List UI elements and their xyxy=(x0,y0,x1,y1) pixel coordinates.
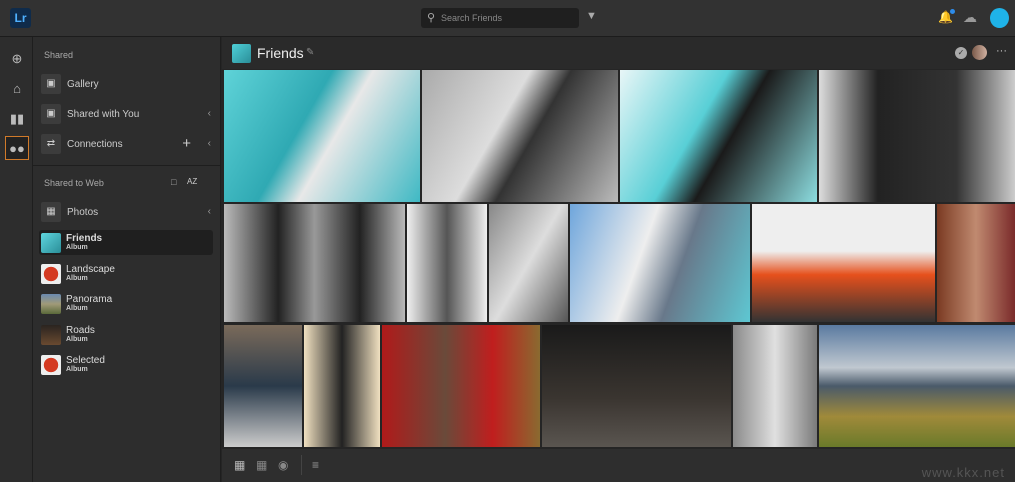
photo-tile[interactable] xyxy=(304,325,380,447)
photo-tile[interactable] xyxy=(620,70,817,202)
sort-icon[interactable]: ≡ xyxy=(312,458,319,472)
item-label: Connections xyxy=(67,139,123,150)
page-title: Friends xyxy=(257,45,304,61)
shared-with-you-item[interactable]: ▣ Shared with You ‹ xyxy=(41,102,213,128)
connections-item[interactable]: ⇄ Connections + ‹ xyxy=(41,132,213,158)
chevron-left-icon[interactable]: ‹ xyxy=(208,138,211,149)
photo-tile[interactable] xyxy=(819,325,1015,447)
photo-tile[interactable] xyxy=(224,325,302,447)
album-thumbnail xyxy=(41,294,61,314)
photo-tile[interactable] xyxy=(489,204,568,322)
shared-panel: Shared ▣ Gallery ▣ Shared with You ‹ ⇄ Conne… xyxy=(33,37,221,482)
album-type: Album xyxy=(66,275,88,282)
top-bar: Lr ⚲ Search Friends ▼ 🔔 ☁ xyxy=(0,0,1015,37)
album-thumbnail xyxy=(41,325,61,345)
item-label: Gallery xyxy=(67,79,99,90)
bell-icon[interactable]: 🔔 xyxy=(938,9,955,24)
item-label: Photos xyxy=(67,207,99,218)
select-icon[interactable]: ✓ xyxy=(955,47,967,59)
chevron-left-icon[interactable]: ‹ xyxy=(208,108,211,119)
album-name: Landscape xyxy=(66,264,115,275)
photo-tile[interactable] xyxy=(733,325,817,447)
watermark: www.kkx.net xyxy=(921,465,1005,480)
home-icon[interactable]: ⌂ xyxy=(5,77,29,101)
notification-dot xyxy=(949,9,955,14)
photo-tile[interactable] xyxy=(422,70,618,202)
album-name: Friends xyxy=(66,233,103,244)
search-placeholder: Search Friends xyxy=(441,13,503,23)
album-panorama[interactable]: Panorama Album xyxy=(39,291,213,316)
left-rail: ⊕ ⌂ ▮▮ ●● xyxy=(0,37,33,482)
search-input[interactable]: ⚲ Search Friends xyxy=(421,8,579,28)
cloud-icon[interactable]: ☁ xyxy=(963,9,977,26)
album-name: Selected xyxy=(66,355,105,366)
photos-icon: ▦ xyxy=(41,202,61,222)
shared-icon[interactable]: ●● xyxy=(5,136,29,160)
bottom-toolbar: ▦ ▦ ◉ ≡ xyxy=(222,449,1015,482)
lightroom-logo: Lr xyxy=(10,8,31,28)
library-icon[interactable]: ▮▮ xyxy=(5,107,29,131)
filter-icon[interactable]: ▼ xyxy=(586,10,597,22)
add-connection-button[interactable]: + xyxy=(182,135,191,152)
more-options-icon[interactable]: ··· xyxy=(996,45,1007,57)
shared-to-web-heading: Shared to Web xyxy=(44,178,104,188)
album-friends[interactable]: Friends Album xyxy=(39,230,213,255)
connections-icon: ⇄ xyxy=(41,134,61,154)
contributor-avatar[interactable] xyxy=(972,45,987,60)
layout-view-icon[interactable]: ▦ xyxy=(234,458,245,472)
add-icon[interactable]: ⊕ xyxy=(5,47,29,71)
album-selected[interactable]: Selected Album xyxy=(39,352,213,377)
photo-tile[interactable] xyxy=(819,70,1015,202)
photo-tile[interactable] xyxy=(570,204,750,322)
shared-heading: Shared xyxy=(44,50,74,60)
map-view-icon[interactable]: ◉ xyxy=(278,458,288,472)
album-type: Album xyxy=(66,305,88,312)
album-type: Album xyxy=(66,366,88,373)
user-avatar[interactable] xyxy=(990,8,1009,28)
inbox-icon: ▣ xyxy=(41,104,61,124)
album-name: Panorama xyxy=(66,294,113,305)
search-icon: ⚲ xyxy=(427,12,436,24)
album-landscape[interactable]: Landscape Album xyxy=(39,261,213,286)
album-thumbnail xyxy=(41,233,61,253)
item-label: Shared with You xyxy=(67,109,140,120)
album-type: Album xyxy=(66,336,88,343)
album-header: Friends ✎ ✓ ··· xyxy=(222,37,1015,69)
photo-tile[interactable] xyxy=(224,204,405,322)
album-name: Roads xyxy=(66,325,95,336)
divider xyxy=(33,165,221,166)
photo-tile[interactable] xyxy=(382,325,540,447)
photo-tile[interactable] xyxy=(752,204,935,322)
sort-az-icon[interactable]: AZ xyxy=(187,177,197,186)
album-roads[interactable]: Roads Album xyxy=(39,322,213,347)
photo-tile[interactable] xyxy=(542,325,731,447)
photos-item[interactable]: ▦ Photos ‹ xyxy=(41,200,213,226)
album-type: Album xyxy=(66,244,88,251)
divider xyxy=(301,455,302,475)
album-thumbnail xyxy=(41,355,61,375)
album-thumbnail xyxy=(232,44,251,63)
photo-tile[interactable] xyxy=(224,70,420,202)
edit-title-icon[interactable]: ✎ xyxy=(306,47,314,58)
album-thumbnail xyxy=(41,264,61,284)
chevron-left-icon[interactable]: ‹ xyxy=(208,206,211,217)
photo-tile[interactable] xyxy=(407,204,487,322)
gallery-icon: ▣ xyxy=(41,74,61,94)
grid-view-icon[interactable]: ▦ xyxy=(256,458,267,472)
gallery-item[interactable]: ▣ Gallery xyxy=(41,72,213,98)
new-album-icon[interactable]: □ xyxy=(171,177,176,187)
photo-tile[interactable] xyxy=(937,204,1015,322)
